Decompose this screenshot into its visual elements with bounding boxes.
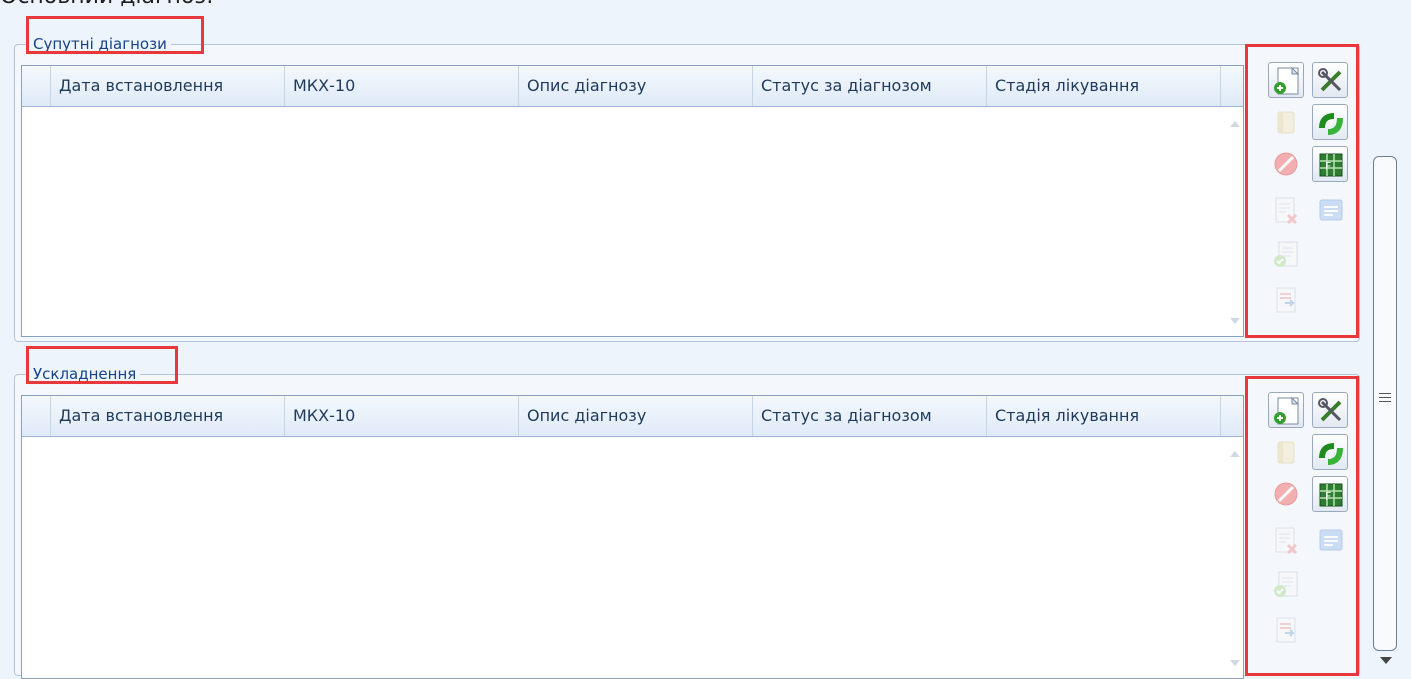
scroll-up-arrow-icon[interactable] <box>1230 121 1240 127</box>
column-header-status[interactable]: Статус за діагнозом <box>752 66 986 106</box>
add-document-icon[interactable] <box>1268 392 1304 428</box>
column-header-description[interactable]: Опис діагнозу <box>518 66 752 106</box>
group-title-concomitant: Супутні діагнози <box>29 33 171 55</box>
complications-grid[interactable]: Дата встановлення МКХ-10 Опис діагнозу С… <box>21 395 1244 679</box>
column-header-icd10[interactable]: МКХ-10 <box>284 66 518 106</box>
scroll-down-arrow-icon[interactable] <box>1230 660 1240 666</box>
add-document-icon[interactable] <box>1268 62 1304 98</box>
svg-text:F: F <box>1325 160 1331 173</box>
scrollbar-thumb[interactable] <box>1373 156 1397 651</box>
column-header-date[interactable]: Дата встановлення <box>50 396 284 436</box>
svg-text:?: ? <box>1327 448 1333 462</box>
scroll-down-arrow-icon[interactable] <box>1380 657 1392 664</box>
scroll-up-arrow-icon[interactable] <box>1230 451 1240 457</box>
book-icon[interactable] <box>1268 434 1304 470</box>
approve-document-icon[interactable] <box>1268 236 1304 272</box>
tools-icon[interactable] <box>1312 62 1348 98</box>
forbidden-icon[interactable] <box>1268 146 1304 182</box>
approve-document-icon[interactable] <box>1268 566 1304 602</box>
complications-group: Ускладнення Дата встановлення МКХ-10 Опи… <box>14 363 1360 679</box>
refresh-link-icon[interactable]: ? <box>1312 104 1348 140</box>
grid-toolbar: ? F <box>1256 375 1352 665</box>
main-vertical-scrollbar[interactable] <box>1372 10 1398 666</box>
refresh-link-icon[interactable]: ? <box>1312 434 1348 470</box>
column-header-date[interactable]: Дата встановлення <box>50 66 284 106</box>
svg-text:?: ? <box>1327 118 1333 132</box>
list-card-icon[interactable] <box>1312 192 1348 228</box>
column-header-stage[interactable]: Стадія лікування <box>986 396 1220 436</box>
list-card-icon[interactable] <box>1312 522 1348 558</box>
column-header-status[interactable]: Статус за діагнозом <box>752 396 986 436</box>
column-header-description[interactable]: Опис діагнозу <box>518 396 752 436</box>
column-header-icd10[interactable]: МКХ-10 <box>284 396 518 436</box>
grid-toolbar: ? F <box>1256 45 1352 335</box>
concomitant-diagnoses-group: Супутні діагнози Дата встановлення МКХ-1… <box>14 33 1360 342</box>
delete-document-icon[interactable] <box>1268 192 1304 228</box>
svg-text:F: F <box>1325 490 1331 503</box>
table-grid-icon[interactable]: F <box>1312 146 1348 182</box>
main-diagnosis-caption: Основний діагноз: <box>0 0 214 9</box>
grid-header: Дата встановлення МКХ-10 Опис діагнозу С… <box>22 66 1243 107</box>
column-header-filler <box>1220 396 1242 436</box>
forbidden-icon[interactable] <box>1268 476 1304 512</box>
column-header-stage[interactable]: Стадія лікування <box>986 66 1220 106</box>
grid-header: Дата встановлення МКХ-10 Опис діагнозу С… <box>22 396 1243 437</box>
group-title-complications: Ускладнення <box>29 363 141 385</box>
transfer-document-icon[interactable] <box>1268 282 1304 318</box>
diagnoses-panel: Супутні діагнози Дата встановлення МКХ-1… <box>0 10 1398 679</box>
scroll-down-arrow-icon[interactable] <box>1230 318 1240 324</box>
delete-document-icon[interactable] <box>1268 522 1304 558</box>
concomitant-diagnoses-grid[interactable]: Дата встановлення МКХ-10 Опис діагнозу С… <box>21 65 1244 337</box>
transfer-document-icon[interactable] <box>1268 612 1304 648</box>
grid-scrollbar[interactable] <box>1225 437 1243 678</box>
tools-icon[interactable] <box>1312 392 1348 428</box>
column-header-filler <box>1220 66 1242 106</box>
book-icon[interactable] <box>1268 104 1304 140</box>
grid-scrollbar[interactable] <box>1225 107 1243 336</box>
table-grid-icon[interactable]: F <box>1312 476 1348 512</box>
